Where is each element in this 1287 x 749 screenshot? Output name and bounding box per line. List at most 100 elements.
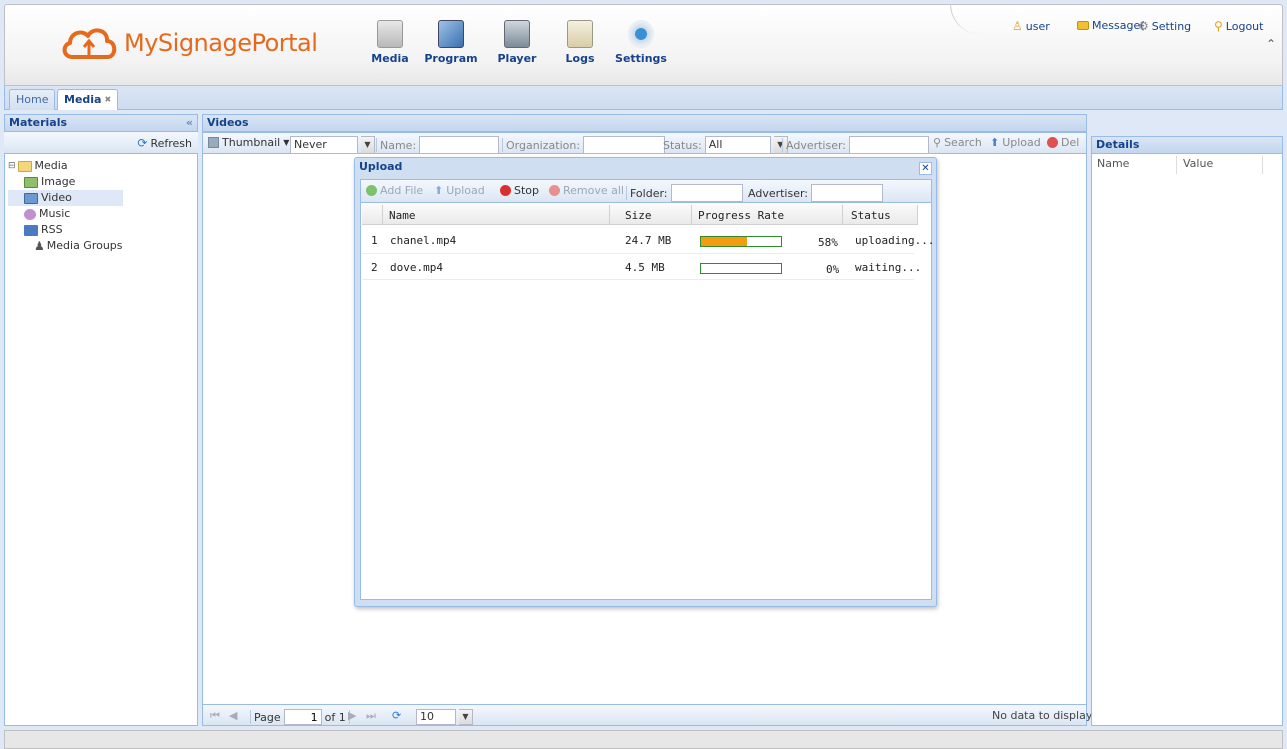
collapse-header-button[interactable]: ⌃ <box>1263 36 1279 52</box>
prev-page-button[interactable]: ◀ <box>229 709 237 722</box>
toolbar-separator <box>376 138 377 152</box>
message-label: Message( <box>1092 19 1145 32</box>
remove-all-label: Remove all <box>563 184 624 197</box>
tree-node-video-label: Video <box>41 191 72 204</box>
column-divider <box>382 205 383 225</box>
tab-media[interactable]: Media ✖ <box>57 89 119 110</box>
progress-text: 0% <box>826 263 840 276</box>
toolbar-separator <box>502 138 503 152</box>
page-size-select[interactable]: 10 <box>416 709 456 725</box>
dialog-advertiser-input[interactable] <box>811 184 884 202</box>
stop-button[interactable]: Stop <box>500 184 539 197</box>
progress-bar <box>700 236 782 247</box>
search-button[interactable]: ⚲ Search <box>933 136 982 149</box>
add-file-button[interactable]: Add File <box>366 184 423 197</box>
app-logo: MySignagePortal <box>60 18 318 68</box>
status-select[interactable]: All <box>704 136 771 154</box>
toolbar-separator <box>782 138 783 152</box>
first-page-icon: ⏮ <box>210 709 220 722</box>
dialog-upload-label: Upload <box>446 184 485 197</box>
tab-home[interactable]: Home <box>9 89 56 110</box>
upload-label: Upload <box>1002 136 1041 149</box>
tree-node-media-groups[interactable]: ♟ Media Groups <box>8 238 123 254</box>
col-status-header[interactable]: Status <box>851 209 891 222</box>
nav-player-label: Player <box>497 52 537 65</box>
tree-node-music[interactable]: Music <box>8 206 123 222</box>
logout-label: Logout <box>1225 19 1264 33</box>
refresh-button[interactable]: ⟳ Refresh <box>137 136 192 150</box>
nav-program[interactable]: Program <box>423 8 479 76</box>
view-mode-button[interactable]: Thumbnail ▼ <box>208 136 289 149</box>
program-icon <box>438 20 464 48</box>
table-row[interactable]: 1 chanel.mp4 24.7 MB 58% uploading... <box>362 228 934 254</box>
remove-icon <box>549 185 560 196</box>
dialog-upload-button[interactable]: ⬆ Upload <box>434 184 485 197</box>
page-size-combo[interactable]: 10 ▼ <box>416 709 473 725</box>
toolbar-separator <box>250 710 251 724</box>
user-label: user <box>1025 19 1050 33</box>
nav-player[interactable]: Player <box>489 8 545 76</box>
never-combo[interactable]: Never ▼ <box>290 136 375 154</box>
tree-node-rss[interactable]: RSS <box>8 222 123 238</box>
details-col-value[interactable]: Value <box>1177 156 1263 174</box>
next-page-button[interactable]: ▶ <box>348 709 356 722</box>
chevron-down-icon[interactable]: ▼ <box>361 136 375 154</box>
gear-icon: ⚙ <box>1138 19 1149 33</box>
videos-title: Videos <box>207 116 249 129</box>
close-icon: ✕ <box>921 163 930 174</box>
pager-refresh-button[interactable]: ⟳ <box>392 709 401 722</box>
close-dialog-button[interactable]: ✕ <box>919 162 932 175</box>
tree-node-video[interactable]: Video <box>8 190 123 206</box>
organization-filter-label: Organization: <box>506 138 581 152</box>
upload-button[interactable]: ⬆ Upload <box>990 136 1041 149</box>
table-row[interactable]: 2 dove.mp4 4.5 MB 0% waiting... <box>362 254 921 280</box>
prev-page-icon: ◀ <box>229 709 238 722</box>
chevron-down-icon[interactable]: ▼ <box>459 709 473 725</box>
nav-logs-label: Logs <box>565 52 595 65</box>
details-col-name[interactable]: Name <box>1091 156 1177 174</box>
tree-node-media[interactable]: ⊟ Media <box>8 158 123 174</box>
upload-dialog-title: Upload <box>359 160 403 173</box>
refresh-icon: ⟳ <box>392 709 402 722</box>
folder-input[interactable] <box>670 184 743 202</box>
brand-name-part2: Portal <box>251 29 318 57</box>
progress-fill <box>701 237 748 246</box>
delete-button[interactable]: Del <box>1047 136 1079 149</box>
never-select[interactable]: Never <box>290 136 358 154</box>
upload-arrow-icon: ⬆ <box>434 184 444 197</box>
col-name-header[interactable]: Name <box>389 209 416 222</box>
remove-all-button[interactable]: Remove all <box>549 184 624 197</box>
empty-message-text: No data to display <box>992 709 1093 722</box>
logout-link[interactable]: ⚲ Logout <box>1214 19 1263 33</box>
details-panel-header: Details <box>1091 136 1283 154</box>
nav-settings[interactable]: Settings <box>613 8 669 76</box>
last-page-icon: ⏭ <box>366 709 376 722</box>
tree-node-image[interactable]: Image <box>8 174 123 190</box>
name-filter-input[interactable] <box>419 136 500 154</box>
search-label: Search <box>944 136 982 149</box>
stop-label: Stop <box>514 184 540 197</box>
first-page-button[interactable]: ⏮ <box>210 709 220 723</box>
file-name: chanel.mp4 <box>390 234 457 247</box>
status-filter: Status: All ▼ <box>663 136 788 154</box>
message-link[interactable]: Message( <box>1077 19 1145 32</box>
organization-filter-input[interactable] <box>583 136 666 154</box>
nav-media[interactable]: Media <box>362 8 418 76</box>
tree-node-media-label: Media <box>34 159 68 172</box>
page-indicator: Page of 1 <box>250 709 350 725</box>
collapse-left-icon[interactable]: « <box>186 115 193 131</box>
advertiser-filter-label: Advertiser: <box>786 138 847 152</box>
media-icon <box>377 20 403 48</box>
user-link[interactable]: ♙ user <box>1012 19 1050 33</box>
tree-collapse-icon[interactable]: ⊟ <box>8 158 16 174</box>
nav-logs[interactable]: Logs <box>552 8 608 76</box>
tree-node-image-label: Image <box>41 175 76 188</box>
col-progress-header[interactable]: Progress Rate <box>698 209 784 222</box>
page-number-input[interactable] <box>283 709 322 725</box>
advertiser-filter-input[interactable] <box>849 136 930 154</box>
setting-link[interactable]: ⚙ Setting <box>1138 19 1191 33</box>
upload-status: uploading... <box>855 234 935 247</box>
close-tab-icon[interactable]: ✖ <box>104 95 111 104</box>
last-page-button[interactable]: ⏭ <box>366 709 376 723</box>
col-size-header[interactable]: Size <box>625 209 652 222</box>
